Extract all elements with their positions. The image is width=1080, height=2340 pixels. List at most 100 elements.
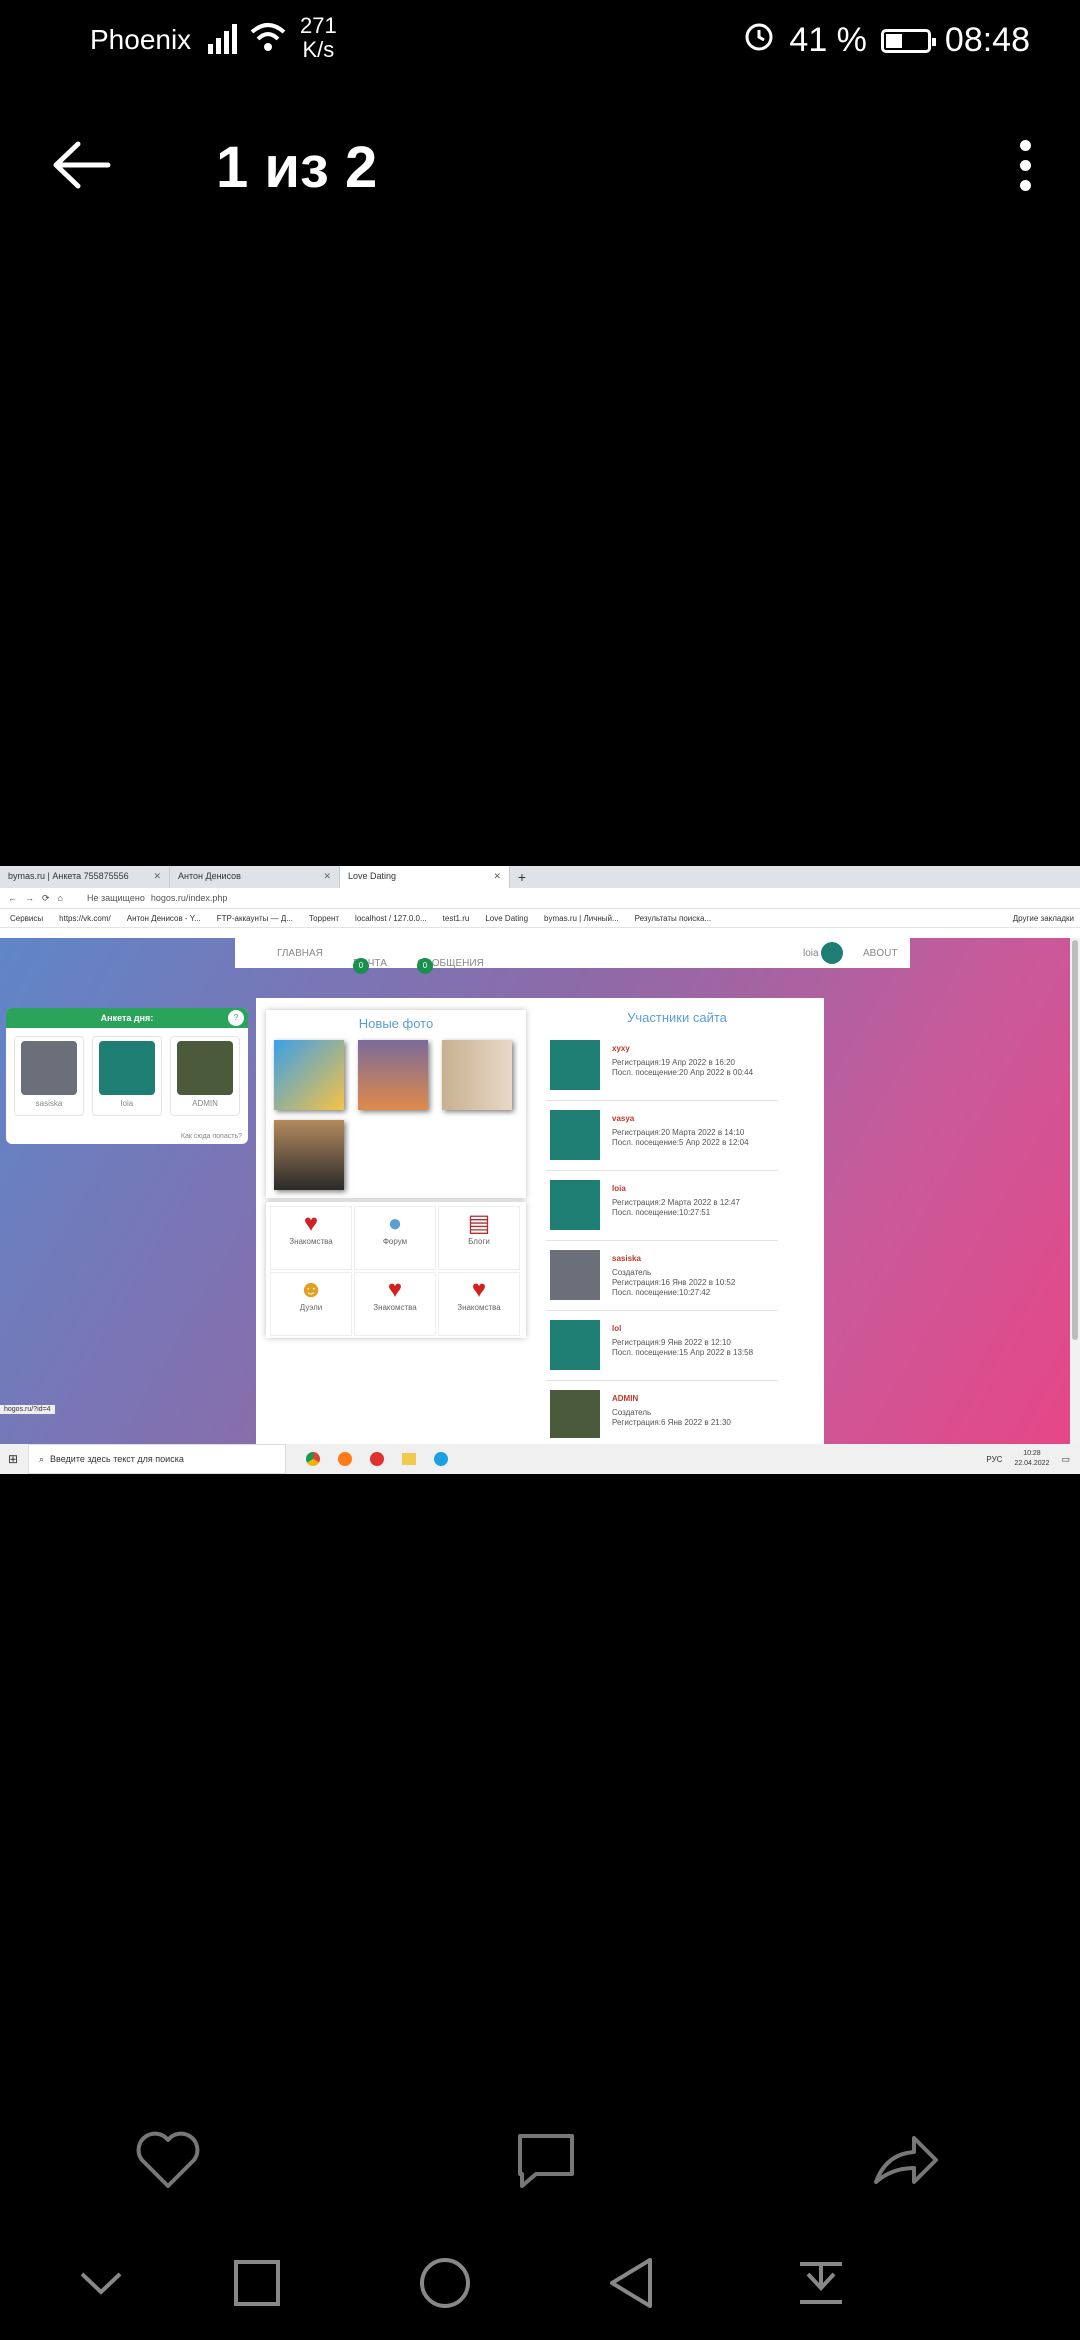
bookmark[interactable]: localhost / 127.0.0... [355,914,427,923]
member-avatar [550,1110,600,1160]
carrier-name: Phoenix [90,24,192,55]
search-icon: ⌕ [39,1453,45,1464]
member-avatar [550,1390,600,1438]
folder-icon[interactable] [402,1453,416,1465]
status-url: hogos.ru/?id=4 [0,1405,55,1414]
comment-icon[interactable] [506,2120,586,2200]
new-tab-button[interactable]: + [510,866,534,888]
menu-item-dating[interactable]: ♥ Знакомства [270,1206,352,1270]
viewer-header: 1 из 2 [0,120,1080,210]
taskbar-clock[interactable]: 10:28 22.04.2022 [1014,1449,1049,1469]
site-nav: ГЛАВНАЯ ПОЧТА 0 СООБЩЕНИЯ 0 loia ABOUT [235,938,910,974]
viewer-title: 1 из 2 [216,135,378,200]
firefox-icon[interactable] [338,1452,352,1466]
profile-of-day: Анкета дня: ? sasiska loia ADMIN Как сюд… [6,1008,248,1144]
chevron-down-icon[interactable] [66,2250,136,2320]
page-scrollbar[interactable] [1070,938,1080,1444]
bookmark[interactable]: FTP-аккаунты — Д... [217,914,293,923]
member-row[interactable]: vasya Регистрация:20 Марта 2022 в 14:10 … [546,1102,778,1171]
member-avatar [550,1180,600,1230]
website-page: ГЛАВНАЯ ПОЧТА 0 СООБЩЕНИЯ 0 loia ABOUT А… [0,938,1070,1444]
browser-nav-icons[interactable]: ←→⟳⌂ [8,893,71,904]
main-content: Новые фото ♥ Знакомства ● Форум ▤ Блоги ☻ Ду… [256,998,824,1444]
member-row[interactable]: ADMIN Создатель Регистрация:6 Янв 2022 в… [546,1382,778,1438]
site-menu: ♥ Знакомства ● Форум ▤ Блоги ☻ Дуэли ♥ Знаком… [266,1202,526,1338]
address-bar[interactable]: ←→⟳⌂ Не защищено hogos.ru/index.php [0,888,1080,909]
member-row[interactable]: sasiska Создатель Регистрация:16 Янв 202… [546,1242,778,1311]
bookmark[interactable]: test1.ru [443,914,470,923]
duel-icon: ☻ [298,1276,324,1303]
back-arrow-icon[interactable] [52,140,112,190]
taskbar-search[interactable]: ⌕ Введите здесь текст для поиска [28,1444,286,1474]
bookmark[interactable]: Сервисы [10,914,43,923]
security-label: Не защищено [86,893,145,903]
bookmark[interactable]: Результаты поиска... [635,914,711,923]
windows-start-icon[interactable]: ⊞ [8,1452,18,1466]
url-text[interactable]: hogos.ru/index.php [151,893,228,903]
bookmarks-bar: Сервисы https://vk.com/ Антон Денисов - … [0,909,1080,928]
browser-tabs: bymas.ru | Анкета 755875556 ✕ Антон Денис… [0,866,1080,888]
notification-pull-icon[interactable] [786,2250,856,2320]
battery-percent: 41 % [789,21,867,59]
heart-icon: ♥ [471,1276,487,1303]
battery-icon [880,28,936,53]
photo-thumb[interactable] [442,1040,512,1110]
nav-home[interactable]: ГЛАВНАЯ [277,948,323,959]
help-badge[interactable]: ? [228,1010,244,1026]
bookmark-other[interactable]: Другие закладки [1013,914,1080,923]
heart-icon[interactable] [128,2120,208,2200]
heart-icon: ♥ [387,1276,403,1303]
app-icon[interactable] [370,1452,384,1466]
menu-item-dating[interactable]: ♥ Знакомства [438,1272,520,1336]
browser-tab-active[interactable]: Love Dating ✕ [340,866,510,888]
members-title: Участники сайта [627,1010,727,1025]
member-row[interactable]: lol Регистрация:9 Янв 2022 в 12:10 Посл.… [546,1312,778,1381]
menu-item-duels[interactable]: ☻ Дуэли [270,1272,352,1336]
menu-item-forum[interactable]: ● Форум [354,1206,436,1270]
windows-taskbar: ⊞ ⌕ Введите здесь текст для поиска РУС 1… [0,1444,1080,1474]
photo-thumb[interactable] [358,1040,428,1110]
more-menu-icon[interactable] [1010,140,1040,200]
menu-item-blogs[interactable]: ▤ Блоги [438,1206,520,1270]
profile-card-item[interactable]: ADMIN [170,1036,240,1116]
network-speed: 271 K/s [300,13,337,62]
member-avatar [550,1320,600,1370]
bookmark[interactable]: Торрент [309,914,339,923]
browser-tab[interactable]: bymas.ru | Анкета 755875556 ✕ [0,866,170,888]
language-indicator[interactable]: РУС [986,1455,1002,1464]
profile-card-item[interactable]: sasiska [14,1036,84,1116]
alarm-icon [743,20,775,61]
photo-thumb[interactable] [274,1040,344,1110]
back-triangle-icon[interactable] [598,2250,668,2320]
nav-about[interactable]: ABOUT [863,948,897,959]
member-avatar [550,1040,600,1090]
edge-icon[interactable] [434,1452,448,1466]
bookmark[interactable]: Love Dating [485,914,528,923]
recents-square-icon[interactable] [222,2250,292,2320]
bookmark[interactable]: bymas.ru | Личный... [544,914,619,923]
member-row[interactable]: xyxy Регистрация:19 Апр 2022 в 16:20 Пос… [546,1032,778,1101]
screenshot-image[interactable]: bymas.ru | Анкета 755875556 ✕ Антон Денис… [0,866,1080,1474]
menu-item-dating[interactable]: ♥ Знакомства [354,1272,436,1336]
chat-bubble-icon: ● [387,1210,403,1237]
book-icon: ▤ [467,1210,491,1237]
status-bar: Phoenix 271 K/s 41 % 08:48 [0,0,1080,84]
member-row[interactable]: loia Регистрация:2 Марта 2022 в 12:47 По… [546,1172,778,1241]
signal-icon [206,22,240,59]
profile-card-item[interactable]: loia [92,1036,162,1116]
new-photos: Новые фото [266,1010,526,1198]
share-icon[interactable] [866,2120,946,2200]
nav-user[interactable]: loia [803,948,819,959]
bookmark[interactable]: Антон Денисов - Y... [127,914,201,923]
profile-day-title: Анкета дня: [100,1013,154,1023]
wifi-icon [248,20,288,59]
browser-tab[interactable]: Антон Денисов ✕ [170,866,340,888]
notification-icon[interactable]: ▭ [1061,1454,1070,1465]
heart-icon: ♥ [303,1210,319,1237]
home-circle-icon[interactable] [410,2250,480,2320]
bookmark[interactable]: https://vk.com/ [59,914,111,923]
user-avatar[interactable] [821,942,843,964]
how-to-get-here-link[interactable]: Как сюда попасть? [181,1133,242,1140]
chrome-icon[interactable] [306,1452,320,1466]
photo-thumb[interactable] [274,1120,344,1190]
